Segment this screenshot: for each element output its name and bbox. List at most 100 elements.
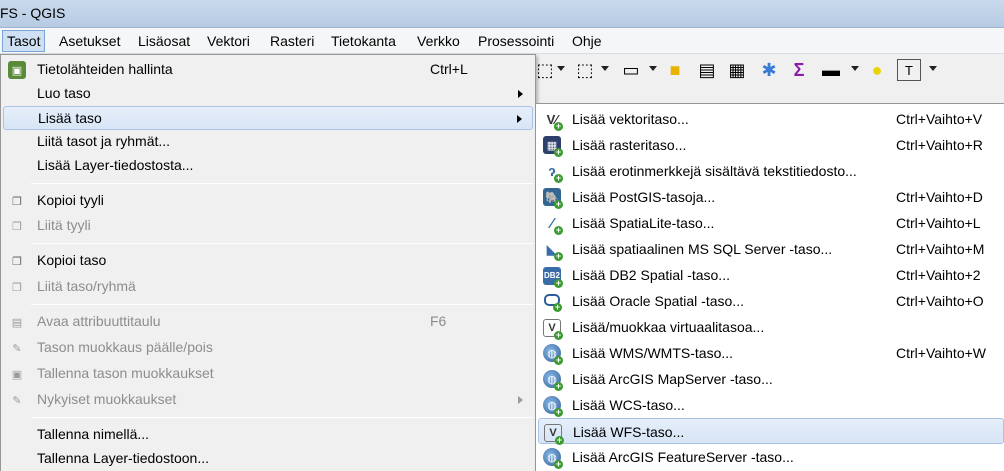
attribute-table-icon[interactable]: ▤ <box>695 59 719 81</box>
menu-prosessointi[interactable]: Prosessointi <box>474 30 558 52</box>
measure-icon[interactable]: ▬ <box>819 59 843 81</box>
select-icon[interactable]: ⬚ <box>533 59 557 81</box>
menu-item-label: Lisää WCS-taso... <box>572 397 685 413</box>
menu-item-toggle-editing[interactable]: ✎ Tason muokkaus päälle/pois <box>3 336 533 360</box>
menu-item-label: Lisää ArcGIS FeatureServer -taso... <box>572 449 794 465</box>
menu-item-shortcut: Ctrl+Vaihto+M <box>896 241 985 257</box>
menu-item-add-arcgis-featureserver[interactable]: ◍ + Lisää ArcGIS FeatureServer -taso... <box>538 444 1004 470</box>
menu-item-add-spatialite[interactable]: ⁄ + Lisää SpatiaLite-taso... Ctrl+Vaihto+… <box>538 210 1004 236</box>
menu-item-shortcut: Ctrl+Vaihto+L <box>896 215 981 231</box>
chevron-down-icon[interactable] <box>851 66 859 71</box>
menu-item-add-raster-layer[interactable]: ▦ + Lisää rasteritaso... Ctrl+Vaihto+R <box>538 132 1004 158</box>
menu-item-add-virtual-layer[interactable]: V + Lisää/muokkaa virtuaalitasoa... <box>538 314 1004 340</box>
menu-item-label: Tietolähteiden hallinta <box>37 61 173 77</box>
menu-item-paste-style[interactable]: ❐ Liitä tyyli <box>3 214 533 238</box>
menu-item-add-wms[interactable]: ◍ + Lisää WMS/WMTS-taso... Ctrl+Vaihto+W <box>538 340 1004 366</box>
menubar: Tasot Asetukset Lisäosat Vektori Rasteri… <box>0 28 1004 54</box>
deselect-icon[interactable]: ▭ <box>619 59 643 81</box>
menu-separator <box>31 304 533 305</box>
menu-tasot[interactable]: Tasot <box>2 30 46 52</box>
menu-item-add-db2[interactable]: DB2 + Lisää DB2 Spatial -taso... Ctrl+Vai… <box>538 262 1004 288</box>
menu-item-create-layer[interactable]: Luo taso <box>3 82 533 106</box>
menu-item-shortcut: Ctrl+L <box>430 61 468 77</box>
menu-item-copy-layer[interactable]: ❐ Kopioi taso <box>3 249 533 273</box>
menu-vektori[interactable]: Vektori <box>203 30 254 52</box>
menu-item-current-edits[interactable]: ✎ Nykyiset muokkaukset <box>3 388 533 412</box>
field-calculator-icon[interactable]: ▦ <box>725 59 749 81</box>
menu-item-add-from-layer-file[interactable]: Lisää Layer-tiedostosta... <box>3 154 533 178</box>
processing-gear-icon[interactable]: ✱ <box>757 59 781 81</box>
menu-asetukset[interactable]: Asetukset <box>55 30 124 52</box>
arcgis-mapserver-icon: ◍ + <box>542 370 563 392</box>
menu-item-add-arcgis-mapserver[interactable]: ◍ + Lisää ArcGIS MapServer -taso... <box>538 366 1004 392</box>
menu-item-label: Lisää Layer-tiedostosta... <box>37 157 194 173</box>
menu-separator <box>31 417 533 418</box>
menu-item-label: Kopioi taso <box>37 252 107 268</box>
menu-item-add-wfs[interactable]: V + Lisää WFS-taso... <box>538 418 1004 445</box>
wms-icon: ◍ + <box>542 344 563 366</box>
pencil-icon: ✎ <box>12 342 22 355</box>
menu-item-label: Lisää/muokkaa virtuaalitasoa... <box>572 319 765 335</box>
menu-separator <box>31 243 533 244</box>
menu-item-shortcut: Ctrl+Vaihto+2 <box>896 267 981 283</box>
menu-item-label: Lisää SpatiaLite-taso... <box>572 215 715 231</box>
chevron-down-icon[interactable] <box>929 66 937 71</box>
menu-item-label: Lisää Oracle Spatial -taso... <box>572 293 744 309</box>
submenu-arrow-icon <box>517 115 522 123</box>
db2-icon: DB2 + <box>542 266 563 288</box>
menu-separator <box>31 183 533 184</box>
menu-item-save-as[interactable]: Tallenna nimellä... <box>3 423 533 447</box>
chevron-down-icon[interactable] <box>601 66 609 71</box>
menu-verkko[interactable]: Verkko <box>413 30 464 52</box>
menu-item-shortcut: Ctrl+Vaihto+D <box>896 189 983 205</box>
submenu-arrow-icon <box>518 396 523 404</box>
menu-item-save-layer-edits[interactable]: ▣ Tallenna tason muokkaukset <box>3 362 533 386</box>
paste-style-icon: ❐ <box>12 220 22 233</box>
menu-item-label: Lisää spatiaalinen MS SQL Server -taso..… <box>572 241 833 257</box>
menu-item-add-delimited-text[interactable]: ɂ + Lisää erotinmerkkejä sisältävä teksti… <box>538 158 1004 184</box>
menu-item-label: Lisää DB2 Spatial -taso... <box>572 267 730 283</box>
sum-icon[interactable]: Σ <box>787 59 811 81</box>
menu-item-add-mssql[interactable]: ◣ + Lisää spatiaalinen MS SQL Server -tas… <box>538 236 1004 262</box>
arcgis-featureserver-icon: ◍ + <box>542 448 563 470</box>
menu-lisaosat[interactable]: Lisäosat <box>134 30 194 52</box>
menu-item-label: Lisää WMS/WMTS-taso... <box>572 345 734 361</box>
menu-item-embed-layers[interactable]: Liitä tasot ja ryhmät... <box>3 130 533 154</box>
menu-item-add-vector-layer[interactable]: V∕ + Lisää vektoritaso... Ctrl+Vaihto+V <box>538 106 1004 132</box>
menu-ohje[interactable]: Ohje <box>568 30 606 52</box>
map-tips-icon[interactable]: ● <box>865 59 889 81</box>
current-edits-icon: ✎ <box>12 394 22 407</box>
vector-layer-icon: V∕ + <box>546 111 563 131</box>
submenu-arrow-icon <box>518 90 523 98</box>
menu-item-shortcut: Ctrl+Vaihto+W <box>896 345 986 361</box>
menu-item-label: Liitä tasot ja ryhmät... <box>37 133 171 149</box>
menu-item-add-postgis[interactable]: 🐘 + Lisää PostGIS-tasoja... Ctrl+Vaihto+D <box>538 184 1004 210</box>
menu-item-add-oracle[interactable]: + Lisää Oracle Spatial -taso... Ctrl+Vai… <box>538 288 1004 314</box>
menu-item-label: Tason muokkaus päälle/pois <box>37 339 213 355</box>
menu-item-add-wcs[interactable]: ◍ + Lisää WCS-taso... <box>538 392 1004 418</box>
chevron-down-icon[interactable] <box>557 66 565 71</box>
clear-selection-icon[interactable]: ■ <box>663 59 687 81</box>
text-annotation-icon[interactable]: T <box>897 59 921 81</box>
copy-layer-icon: ❐ <box>12 255 22 268</box>
menu-rasteri[interactable]: Rasteri <box>266 30 318 52</box>
menu-item-paste-layer[interactable]: ❐ Liitä taso/ryhmä <box>3 275 533 299</box>
menu-item-label: Lisää rasteritaso... <box>572 137 687 153</box>
select-rectangle-icon[interactable]: ⬚ <box>573 59 597 81</box>
menu-item-shortcut: Ctrl+Vaihto+V <box>896 111 983 127</box>
oracle-icon: + <box>542 292 562 312</box>
menu-item-copy-style[interactable]: ❐ Kopioi tyyli <box>3 189 533 213</box>
menu-item-add-layer[interactable]: Lisää taso <box>3 106 533 130</box>
menu-tietokanta[interactable]: Tietokanta <box>327 30 400 52</box>
menu-item-label: Kopioi tyyli <box>37 192 104 208</box>
menu-item-shortcut: Ctrl+Vaihto+R <box>896 137 983 153</box>
menu-item-data-source-manager[interactable]: ▣ Tietolähteiden hallinta Ctrl+L <box>3 58 533 82</box>
menu-item-label: Lisää WFS-taso... <box>573 424 685 440</box>
chevron-down-icon[interactable] <box>649 66 657 71</box>
menu-item-open-attribute-table[interactable]: ▤ Avaa attribuuttitaulu F6 <box>3 310 533 334</box>
menu-item-label: Avaa attribuuttitaulu <box>37 313 161 329</box>
menu-item-save-to-layer-file[interactable]: Tallenna Layer-tiedostoon... <box>3 447 533 471</box>
menu-item-label: Nykyiset muokkaukset <box>37 391 177 407</box>
menu-item-label: Lisää PostGIS-tasoja... <box>572 189 716 205</box>
spatialite-icon: ⁄ + <box>550 214 563 235</box>
